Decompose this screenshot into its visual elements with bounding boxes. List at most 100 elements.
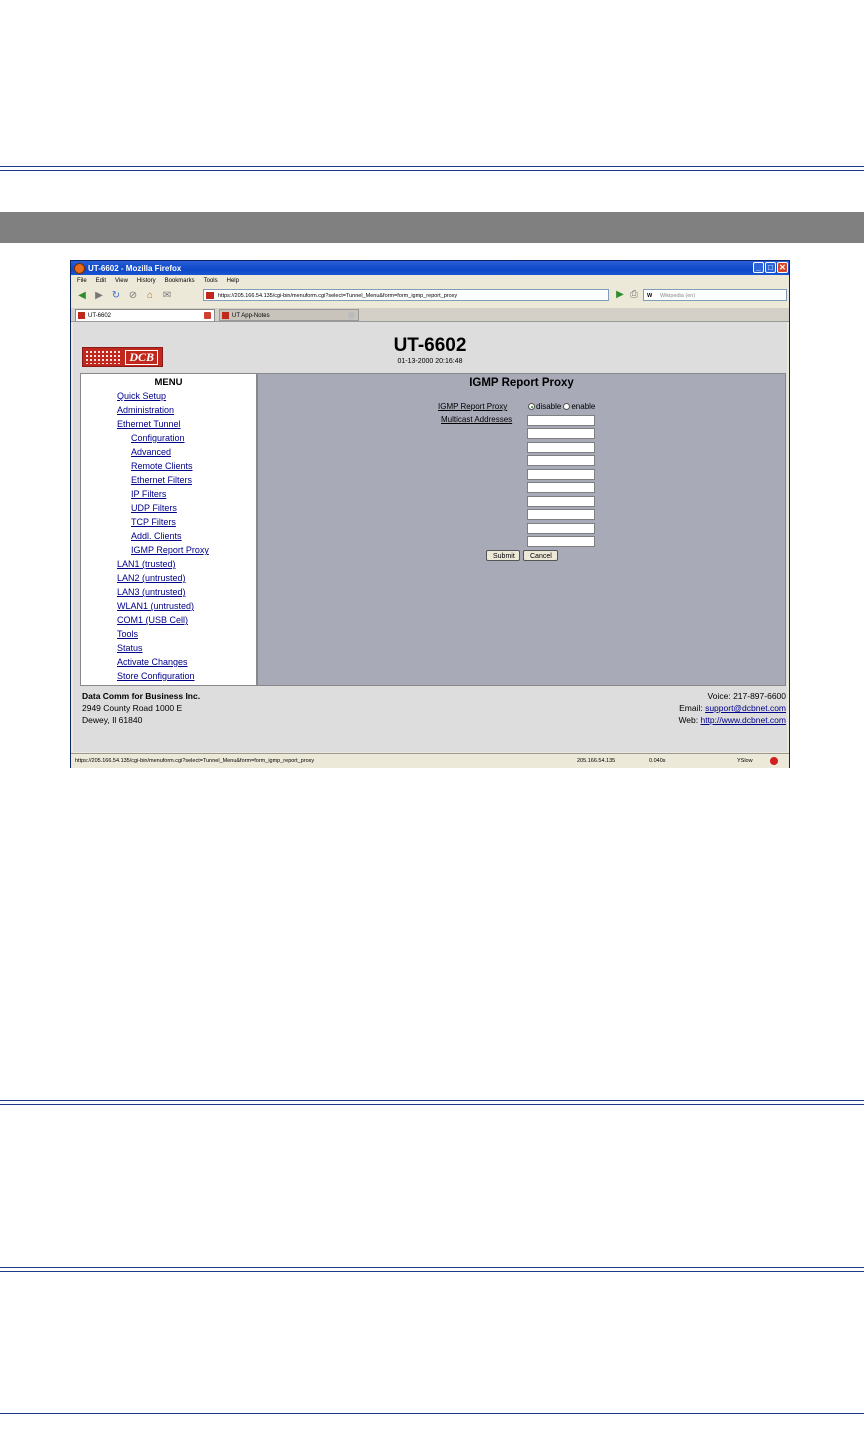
menu-tools[interactable]: Tools bbox=[204, 278, 218, 284]
enable-label: enable bbox=[571, 402, 596, 411]
disable-label: disable bbox=[536, 402, 562, 411]
browser-window: UT-6602 - Mozilla Firefox _ □ ✕ File Edi… bbox=[70, 260, 790, 768]
datetime: 01-13-2000 20:16:48 bbox=[397, 358, 463, 365]
menu-item-lan2[interactable]: LAN2 (untrusted) bbox=[117, 573, 186, 583]
disable-radio[interactable] bbox=[528, 403, 535, 410]
back-arrow-icon[interactable]: ◀ bbox=[75, 290, 89, 302]
tab-label: UT App-Notes bbox=[232, 313, 270, 319]
submit-button[interactable]: Submit bbox=[486, 550, 520, 561]
go-icon[interactable]: ▶ bbox=[613, 289, 627, 301]
tab-close-icon[interactable] bbox=[204, 312, 211, 319]
yslow-label[interactable]: YSlow bbox=[737, 754, 753, 768]
multicast-address-field[interactable] bbox=[527, 523, 595, 534]
tab-app-notes[interactable]: UT App-Notes bbox=[219, 309, 359, 321]
close-button[interactable]: ✕ bbox=[777, 262, 788, 273]
status-load-time: 0.040s bbox=[649, 758, 666, 764]
menu-history[interactable]: History bbox=[137, 278, 156, 284]
multicast-address-field[interactable] bbox=[527, 482, 595, 493]
navigation-toolbar: ◀ ▶ ↻ ⊘ ⌂ ✉ https://205.166.54.135/cgi-b… bbox=[71, 286, 789, 305]
multicast-address-field[interactable] bbox=[527, 428, 595, 439]
menu-item-tools[interactable]: Tools bbox=[117, 629, 138, 639]
menu-item-status[interactable]: Status bbox=[117, 643, 143, 653]
menu-item-addl-clients[interactable]: Addl. Clients bbox=[131, 531, 182, 541]
menu-item-ethernet-filters[interactable]: Ethernet Filters bbox=[131, 475, 192, 485]
multicast-addresses-label: Multicast Addresses bbox=[441, 415, 513, 424]
menu-item-ethernet-tunnel[interactable]: Ethernet Tunnel bbox=[117, 419, 181, 429]
menu-item-wlan1[interactable]: WLAN1 (untrusted) bbox=[117, 601, 194, 611]
menu-view[interactable]: View bbox=[115, 278, 128, 284]
multicast-address-field[interactable] bbox=[527, 415, 595, 426]
address-line-2: Dewey, Il 61840 bbox=[82, 715, 143, 725]
menu-edit[interactable]: Edit bbox=[96, 278, 106, 284]
stop-sign-icon bbox=[770, 757, 778, 765]
menu-item-lan3[interactable]: LAN3 (untrusted) bbox=[117, 587, 186, 597]
menu-item-activate-changes[interactable]: Activate Changes bbox=[117, 657, 188, 667]
reload-icon[interactable]: ↻ bbox=[109, 290, 123, 302]
tab-label: UT-6602 bbox=[88, 313, 112, 319]
menu-item-udp-filters[interactable]: UDP Filters bbox=[131, 503, 177, 513]
multicast-address-field[interactable] bbox=[527, 455, 595, 466]
multicast-address-field[interactable] bbox=[527, 469, 595, 480]
tab-favicon-icon bbox=[222, 312, 229, 319]
middle-divider bbox=[0, 1100, 864, 1105]
search-engine-label: W bbox=[647, 293, 653, 299]
menu-item-ip-filters[interactable]: IP Filters bbox=[131, 489, 166, 499]
menu-item-lan1[interactable]: LAN1 (trusted) bbox=[117, 559, 176, 569]
menu-file[interactable]: File bbox=[77, 278, 87, 284]
email-label: Email: bbox=[679, 703, 706, 713]
enable-radio[interactable] bbox=[563, 403, 571, 410]
menu-item-com1[interactable]: COM1 (USB Cell) bbox=[117, 615, 188, 625]
multicast-address-field[interactable] bbox=[527, 442, 595, 453]
site-favicon-icon bbox=[206, 292, 214, 299]
page-footer: Data Comm for Business Inc. 2949 County … bbox=[73, 688, 787, 748]
menu-item-configuration[interactable]: Configuration bbox=[131, 433, 185, 443]
top-divider bbox=[0, 166, 864, 171]
menu-help[interactable]: Help bbox=[227, 278, 239, 284]
minimize-button[interactable]: _ bbox=[753, 262, 764, 273]
title-bar: UT-6602 - Mozilla Firefox _ □ ✕ bbox=[71, 261, 789, 275]
menu-item-remote-clients[interactable]: Remote Clients bbox=[131, 461, 193, 471]
home-icon[interactable]: ⌂ bbox=[143, 290, 157, 302]
address-bar[interactable]: https://205.166.54.135/cgi-bin/menuform.… bbox=[203, 289, 609, 301]
tab-close-icon[interactable] bbox=[348, 312, 355, 319]
bottom-rule bbox=[0, 1413, 864, 1414]
menu-item-advanced[interactable]: Advanced bbox=[131, 447, 171, 457]
support-email-link[interactable]: support@dcbnet.com bbox=[705, 703, 786, 713]
status-url: https://205.166.54.135/cgi-bin/menuform.… bbox=[75, 758, 315, 764]
multicast-address-field[interactable] bbox=[527, 509, 595, 520]
search-input[interactable]: W Wikipedia (en) bbox=[643, 289, 787, 301]
section-band bbox=[0, 212, 864, 243]
menu-item-igmp-report-proxy[interactable]: IGMP Report Proxy bbox=[131, 545, 209, 555]
web-label: Web: bbox=[678, 715, 701, 725]
proxy-radio-group: disable enable bbox=[528, 402, 595, 411]
maximize-button[interactable]: □ bbox=[765, 262, 776, 273]
cancel-button[interactable]: Cancel bbox=[523, 550, 558, 561]
multicast-address-field[interactable] bbox=[527, 536, 595, 547]
website-link[interactable]: http://www.dcbnet.com bbox=[700, 715, 786, 725]
forward-arrow-icon[interactable]: ▶ bbox=[92, 290, 106, 302]
menu-item-store-configuration[interactable]: Store Configuration bbox=[117, 671, 195, 681]
menu-item-administration[interactable]: Administration bbox=[117, 405, 174, 415]
tab-bar: UT-6602 UT App-Notes bbox=[71, 308, 789, 322]
page-title: UT-6602 bbox=[393, 335, 467, 356]
company-name: Data Comm for Business Inc. bbox=[82, 691, 201, 701]
page-header: DCB UT-6602 01-13-2000 20:16:48 bbox=[73, 322, 787, 372]
menu-bar: File Edit View History Bookmarks Tools H… bbox=[71, 275, 789, 286]
mail-icon[interactable]: ✉ bbox=[160, 290, 174, 302]
menu-item-quick-setup[interactable]: Quick Setup bbox=[117, 391, 166, 401]
print-icon[interactable]: ⎙ bbox=[627, 289, 641, 301]
tab-favicon-icon bbox=[78, 312, 85, 319]
multicast-address-field[interactable] bbox=[527, 496, 595, 507]
lower-divider bbox=[0, 1267, 864, 1272]
firefox-icon bbox=[74, 262, 85, 274]
status-ip: 205.166.54.135 bbox=[577, 758, 616, 764]
voice-phone: Voice: 217-897-6600 bbox=[707, 691, 786, 701]
menu-bookmarks[interactable]: Bookmarks bbox=[165, 278, 195, 284]
web-page: DCB UT-6602 01-13-2000 20:16:48 MENU Qui… bbox=[73, 322, 787, 752]
menu-item-tcp-filters[interactable]: TCP Filters bbox=[131, 517, 176, 527]
tab-ut-6602[interactable]: UT-6602 bbox=[75, 309, 215, 321]
window-title: UT-6602 - Mozilla Firefox bbox=[88, 263, 182, 273]
stop-icon[interactable]: ⊘ bbox=[126, 290, 140, 302]
form-title: IGMP Report Proxy bbox=[469, 377, 574, 389]
search-placeholder: Wikipedia (en) bbox=[660, 293, 696, 299]
